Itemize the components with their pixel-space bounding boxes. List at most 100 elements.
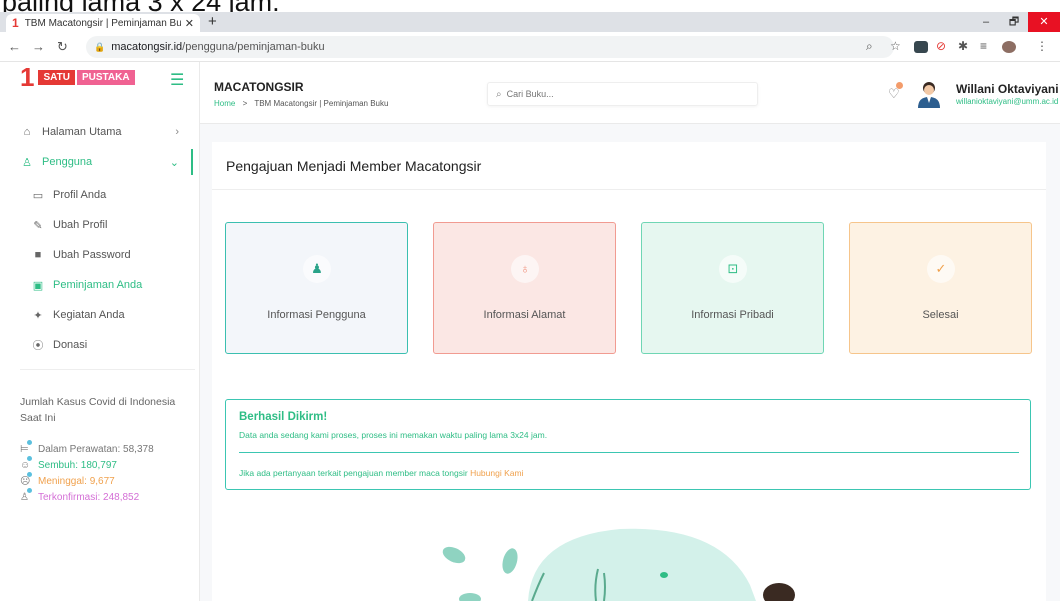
favicon-icon: 1 — [12, 16, 19, 30]
covid-stats-title: Jumlah Kasus Covid di Indonesia Saat Ini — [20, 396, 176, 424]
step-informasi-pengguna[interactable]: ♟ Informasi Pengguna — [225, 222, 408, 354]
tab-close-icon[interactable]: ✕ — [185, 17, 194, 30]
success-alert: Berhasil Dikirm! Data anda sedang kami p… — [225, 399, 1031, 490]
lock-icon: 🔒 — [94, 41, 106, 52]
menu-kebab-icon[interactable]: ⋮ — [1036, 39, 1048, 53]
logo[interactable]: 1 SATU PUSTAKA — [20, 62, 135, 92]
person-icon: ♟ — [303, 255, 331, 283]
browser-tab-bar: 1 TBM Macatongsir | Peminjaman Buku ✕ + … — [0, 12, 1060, 32]
check-icon: ✓ — [927, 255, 955, 283]
sidebar-item-ubah-profil[interactable]: ✎ Ubah Profil — [0, 212, 199, 238]
app-header: MACATONGSIR Home > TBM Macatongsir | Pem… — [200, 62, 1060, 124]
step-label: Informasi Pribadi — [691, 309, 774, 321]
sidebar-item-donasi[interactable]: ⦿ Donasi — [0, 332, 199, 358]
adblock-icon[interactable]: ⊘ — [936, 39, 946, 53]
alert-title: Berhasil Dikirm! — [239, 411, 328, 423]
page-brand: MACATONGSIR — [214, 80, 304, 94]
step-label: Selesai — [922, 309, 959, 321]
sidebar-item-halaman-utama[interactable]: ⌂ Halaman Utama › — [0, 119, 199, 145]
step-informasi-pribadi[interactable]: ⊡ Informasi Pribadi — [641, 222, 824, 354]
sidebar-item-label: Ubah Profil — [53, 219, 108, 231]
step-label: Informasi Alamat — [483, 309, 566, 321]
covid-stat-sembuh: ☺ Sembuh: 180,797 — [20, 456, 117, 471]
bookmark-star-icon[interactable]: ☆ — [890, 39, 901, 53]
user-name: Willani Oktaviyani — [956, 82, 1059, 96]
hamburger-menu-icon[interactable]: ☰ — [170, 70, 184, 90]
search-input[interactable] — [506, 89, 737, 99]
breadcrumb-current: TBM Macatongsir | Peminjaman Buku — [254, 99, 389, 108]
step-selesai[interactable]: ✓ Selesai — [849, 222, 1032, 354]
sidebar-item-label: Peminjaman Anda — [53, 279, 143, 291]
back-arrow-icon[interactable]: ← — [8, 39, 21, 54]
donate-icon: ⦿ — [32, 340, 44, 352]
profile-icon[interactable] — [1002, 41, 1016, 53]
breadcrumb: Home > TBM Macatongsir | Peminjaman Buku — [214, 99, 388, 108]
url-host: macatongsir.id — [111, 41, 183, 53]
alert-divider — [239, 452, 1019, 453]
page-title: Pengajuan Menjadi Member Macatongsir — [226, 158, 482, 174]
search-icon: ⌕ — [496, 88, 502, 100]
id-card-icon: ▭ — [32, 189, 44, 202]
contact-us-link[interactable]: Hubungi Kami — [470, 468, 523, 478]
user-icon: ♙ — [22, 156, 32, 169]
sidebar-item-label: Profil Anda — [53, 189, 107, 201]
alert-footer: Jika ada pertanyaan terkait pengajuan me… — [239, 468, 523, 478]
breadcrumb-separator: > — [242, 99, 248, 108]
new-tab-button[interactable]: + — [208, 13, 217, 30]
sidebar-item-pengguna[interactable]: ♙ Pengguna ⌄ — [0, 149, 199, 175]
logo-word-pustaka: PUSTAKA — [76, 69, 135, 85]
unlock-icon: ⊡ — [719, 255, 747, 283]
sidebar-item-label: Halaman Utama — [42, 126, 122, 138]
minimize-button[interactable]: – — [972, 12, 1000, 32]
browser-tab[interactable]: 1 TBM Macatongsir | Peminjaman Buku ✕ — [6, 14, 200, 32]
maximize-button[interactable]: 🗗 — [1000, 12, 1028, 32]
success-illustration — [442, 528, 795, 601]
step-label: Informasi Pengguna — [267, 309, 366, 321]
sidebar-item-peminjaman-anda[interactable]: ▣ Peminjaman Anda — [0, 272, 199, 298]
forward-arrow-icon[interactable]: → — [32, 39, 45, 54]
card-header: Pengajuan Menjadi Member Macatongsir — [212, 142, 1046, 190]
reload-icon[interactable]: ↻ — [57, 39, 68, 55]
sidebar-item-profil-anda[interactable]: ▭ Profil Anda — [0, 182, 199, 208]
covid-stat-text: Meninggal: 9,677 — [38, 476, 115, 487]
wishlist-heart-icon[interactable]: ♡ — [888, 82, 903, 102]
edit-icon: ✎ — [33, 219, 43, 232]
url-field[interactable]: 🔒 macatongsir.id/pengguna/peminjaman-buk… — [86, 36, 894, 58]
chevron-down-icon: ⌄ — [169, 156, 179, 169]
covid-stat-text: Terkonfirmasi: 248,852 — [38, 492, 140, 503]
covid-stat-text: Dalam Perawatan: 58,378 — [38, 444, 154, 455]
alert-footer-text: Jika ada pertanyaan terkait pengajuan me… — [239, 468, 468, 478]
sad-icon: ☹ — [20, 472, 34, 487]
covid-stat-text: Sembuh: 180,797 — [38, 460, 117, 471]
sidebar: 1 SATU PUSTAKA ☰ ⌂ Halaman Utama › ♙ Pen… — [0, 62, 200, 601]
step-informasi-alamat[interactable]: ♁ Informasi Alamat — [433, 222, 616, 354]
browser-address-bar: ← → ↻ 🔒 macatongsir.id/pengguna/peminjam… — [0, 32, 1060, 62]
smile-icon: ☺ — [20, 456, 34, 471]
puzzle-icon[interactable]: ✱ — [958, 39, 968, 53]
extension-icon[interactable] — [914, 41, 928, 53]
alert-message: Data anda sedang kami proses, proses ini… — [239, 430, 548, 440]
bed-icon: ⊨ — [20, 440, 34, 455]
covid-stat-terkonfirmasi: ♙ Terkonfirmasi: 248,852 — [20, 488, 140, 503]
user-email: willanioktaviyani@umm.ac.id — [956, 97, 1059, 106]
tab-title: TBM Macatongsir | Peminjaman Buku — [24, 17, 181, 29]
window-controls: – 🗗 ✕ — [972, 12, 1060, 32]
lock-icon: ■ — [34, 249, 42, 261]
location-pin-icon: ♁ — [511, 255, 539, 283]
sidebar-item-label: Kegiatan Anda — [53, 309, 125, 321]
avatar[interactable] — [916, 80, 942, 108]
sidebar-divider — [20, 369, 195, 370]
url-path: /pengguna/peminjaman-buku — [182, 41, 325, 53]
covid-stat-meninggal: ☹ Meninggal: 9,677 — [20, 472, 115, 487]
breadcrumb-home-link[interactable]: Home — [214, 99, 235, 108]
screen: paling lama 3 x 24 jam. 1 TBM Macatongsi… — [0, 0, 1060, 601]
book-icon: ▣ — [32, 279, 44, 292]
zoom-icon[interactable]: ⌕ — [866, 39, 873, 54]
close-button[interactable]: ✕ — [1028, 12, 1060, 32]
sidebar-item-kegiatan-anda[interactable]: ✦ Kegiatan Anda — [0, 302, 199, 328]
reading-list-icon[interactable]: ≡ — [980, 39, 987, 53]
covid-stat-dalam-perawatan: ⊨ Dalam Perawatan: 58,378 — [20, 440, 154, 455]
sidebar-item-ubah-password[interactable]: ■ Ubah Password — [0, 242, 199, 268]
search-box[interactable]: ⌕ — [487, 82, 758, 106]
sidebar-item-label: Pengguna — [42, 156, 93, 168]
